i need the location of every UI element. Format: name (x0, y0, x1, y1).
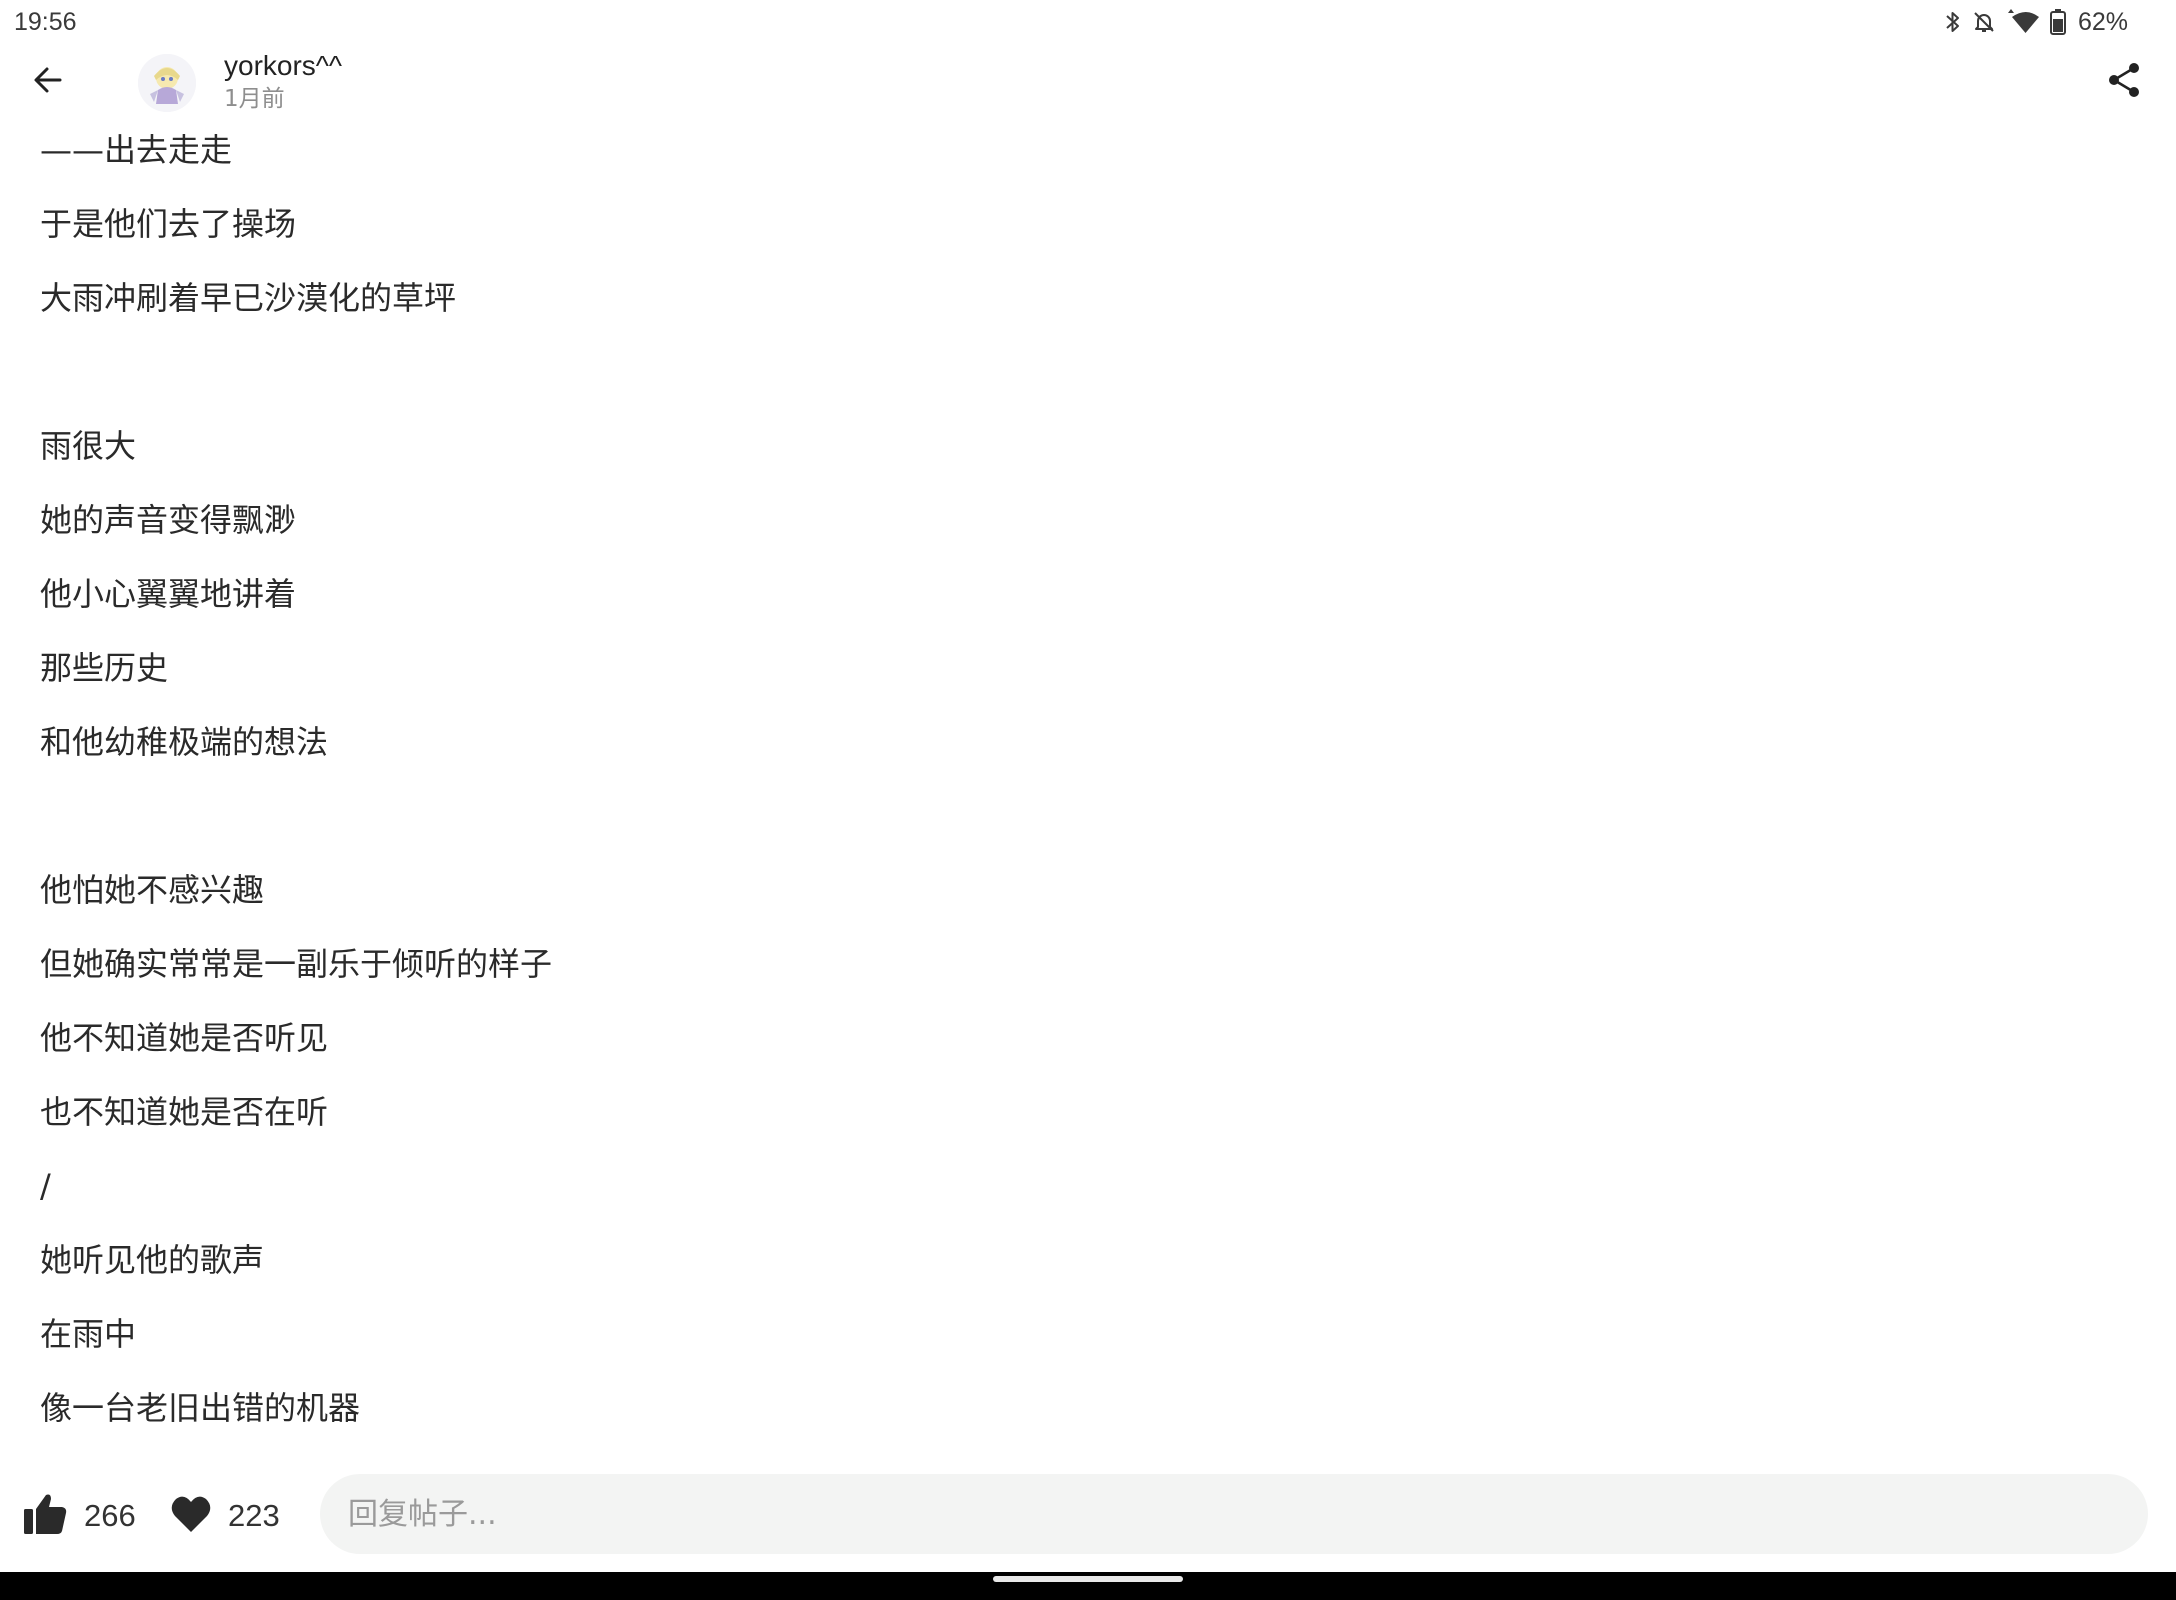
like-button[interactable]: 266 (22, 1488, 136, 1544)
post-line: 在雨中 (40, 1315, 137, 1353)
post-line: 他不知道她是否听见 (40, 1019, 329, 1057)
post-header: yorkors^^ 1月前 (0, 44, 2176, 120)
bluetooth-icon (1944, 10, 1962, 34)
like-count: 266 (84, 1498, 136, 1533)
system-nav-bar (0, 1572, 2176, 1600)
battery-icon (2049, 9, 2066, 35)
author-avatar[interactable] (138, 54, 196, 112)
status-bar: 19:56 62% (0, 0, 2176, 44)
post-line: / (40, 1167, 51, 1205)
avatar-image (138, 54, 196, 112)
status-time: 19:56 (14, 8, 77, 36)
post-line: ——出去走走 (40, 131, 233, 169)
back-button[interactable] (22, 56, 74, 108)
notifications-off-icon (1972, 10, 1996, 34)
post-content: ——出去走走于是他们去了操场大雨冲刷着早已沙漠化的草坪 雨很大她的声音变得飘渺 他小… (40, 130, 2130, 1460)
home-gesture-handle[interactable] (993, 1576, 1183, 1582)
post-line: 那些历史 (40, 649, 169, 687)
action-bar: 266 223 (0, 1462, 2176, 1572)
share-icon (2107, 62, 2141, 102)
favorite-count: 223 (228, 1498, 280, 1533)
back-arrow-icon (32, 64, 64, 100)
heart-icon (170, 1494, 212, 1538)
post-line: 她的声音变得飘渺 (40, 501, 297, 539)
battery-percentage: 62% (2077, 8, 2128, 36)
screen: 19:56 62% yorkors^^ 1月前 ——出去走走 于是他们去了操场 … (0, 0, 2176, 1600)
post-line: 也不知道她是否在听 (40, 1093, 329, 1131)
reply-input[interactable] (320, 1474, 2148, 1554)
post-line: 他怕她不感兴趣 (40, 871, 265, 909)
favorite-button[interactable]: 223 (170, 1488, 280, 1544)
share-button[interactable] (2098, 56, 2150, 108)
wifi-icon (2006, 9, 2040, 35)
post-line: 像一台老旧出错的机器 (40, 1389, 361, 1427)
post-line: 和他幼稚极端的想法 (40, 723, 329, 761)
post-line: 她听见他的歌声 (40, 1241, 265, 1279)
post-line: 雨很大 (40, 427, 137, 465)
thumbs-up-icon (22, 1491, 68, 1541)
status-icons: 62% (1944, 6, 2128, 38)
post-line: 大雨冲刷着早已沙漠化的草坪 (40, 279, 457, 317)
post-line: 于是他们去了操场 (40, 205, 297, 243)
post-line: 但她确实常常是一副乐于倾听的样子 (40, 945, 553, 983)
author-name[interactable]: yorkors^^ (224, 48, 342, 84)
post-line: 他小心翼翼地讲着 (40, 575, 297, 613)
post-time: 1月前 (224, 86, 285, 112)
